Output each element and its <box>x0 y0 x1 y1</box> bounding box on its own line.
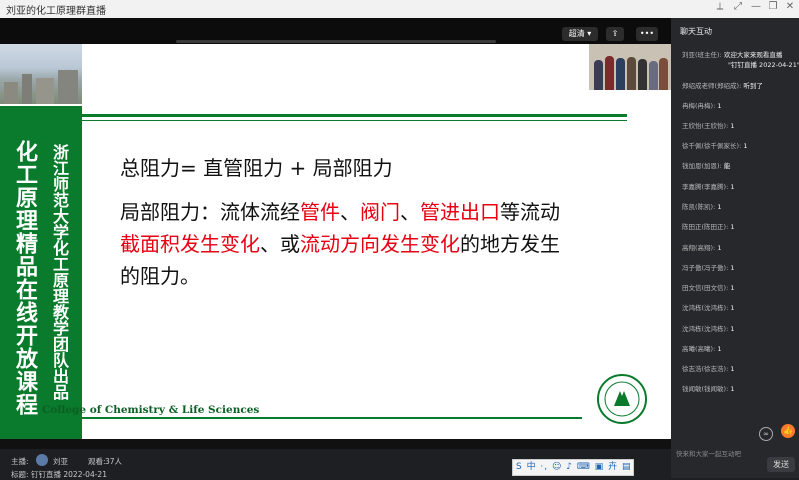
minimize-icon[interactable]: — <box>748 1 764 12</box>
chat-message: 钱闻敏(钱闻敏): 1 <box>682 385 735 393</box>
chat-message: 沈鸿栋(沈鸿栋): 1 <box>682 304 735 312</box>
share-icon: ⇪ <box>611 29 619 38</box>
slide-left-banner: 化工原理精品在线开放课程 浙江师范大学化工原理教学团队出品 <box>0 44 82 439</box>
chat-message: 田文信(田文信): 1 <box>682 284 735 292</box>
chat-message: 刘亚(班主任): 欢迎大家来观看直播 "钉钉直播 2022-04-21"。 <box>682 51 799 69</box>
share-button[interactable]: ⇪ <box>606 27 624 41</box>
chat-message: 冯子傲(冯子傲): 1 <box>682 264 735 272</box>
chat-title: 聊天互动 <box>680 27 712 36</box>
more-icon: ••• <box>639 29 655 38</box>
college-label: College of Chemistry & Life Sciences <box>42 404 260 416</box>
chat-message: 郑绍成老师(郑绍成): 听到了 <box>682 82 763 90</box>
chat-message: 徐千佩(徐千佩家长): 1 <box>682 142 748 150</box>
like-icon[interactable]: 👍 <box>781 424 795 438</box>
ime-toolbar[interactable]: S 中 ·, ☺ ♪ ⌨ ▣ 卉 ▤ <box>512 459 634 476</box>
chat-message: 李嘉腾(李嘉腾): 1 <box>682 183 735 191</box>
send-button[interactable]: 发送 <box>767 457 795 472</box>
divider-top-thin <box>82 120 627 121</box>
chat-panel: 聊天互动 刘亚(班主任): 欢迎大家来观看直播 "钉钉直播 2022-04-21… <box>671 18 799 478</box>
chat-message: 冉梅(冉梅): 1 <box>682 102 722 110</box>
expand-icon[interactable]: ⤢ <box>730 1 746 12</box>
window-title: 刘亚的化工原理群直播 <box>6 6 106 17</box>
pin-icon[interactable]: ⟂ <box>712 1 728 12</box>
slide-paragraph: 局部阻力：流体流经管件、阀门、管进出口等流动 截面积发生变化、或流动方向发生变化… <box>120 200 560 288</box>
more-button[interactable]: ••• <box>636 27 658 41</box>
divider-top <box>82 114 627 117</box>
course-title-vertical: 化工原理精品在线开放课程 <box>12 140 37 416</box>
slide-line-1: 总阻力= 直管阻力 + 局部阻力 <box>120 156 393 180</box>
chat-message: 徐志浩(徐志浩): 1 <box>682 365 735 373</box>
chat-message: 沈鸿栋(沈鸿栋): 1 <box>682 325 735 333</box>
video-stage[interactable]: 超清 ▾ ⇪ ••• 化工原理精品在线开放课程 浙江师范大学化工原理教学团队出品… <box>0 18 671 449</box>
teacher-group-photo <box>589 44 671 90</box>
viewers-label: 观看: <box>88 457 106 466</box>
divider-bottom <box>82 417 582 419</box>
host-avatar[interactable] <box>36 454 48 466</box>
chat-message: 钱加恩(加恩): 能 <box>682 162 731 170</box>
chat-message: 陈田正(陈田正): 1 <box>682 223 735 231</box>
chat-message: 王欣怡(王欣怡): 1 <box>682 122 735 130</box>
chat-message: 高曦(高曦): 1 <box>682 345 722 353</box>
window-titlebar: 刘亚的化工原理群直播 ⟂ ⤢ — ❐ ✕ <box>0 0 799 19</box>
host-label: 主播: <box>11 457 29 466</box>
university-seal-icon <box>597 374 647 424</box>
chat-input[interactable]: 快来和大家一起互动吧 <box>676 448 764 458</box>
host-name: 刘亚 <box>53 457 68 466</box>
subject-value: 钉钉直播 2022-04-21 <box>31 470 107 479</box>
subject-label: 标题: <box>11 470 29 479</box>
restore-icon[interactable]: ❐ <box>765 1 781 12</box>
campus-photo <box>0 44 82 104</box>
quality-label: 超清 <box>568 29 585 38</box>
quality-select[interactable]: 超清 ▾ <box>562 27 598 41</box>
link-icon[interactable]: ∞ <box>759 427 773 441</box>
close-icon[interactable]: ✕ <box>782 1 798 12</box>
slide: 化工原理精品在线开放课程 浙江师范大学化工原理教学团队出品 College of… <box>0 44 671 439</box>
chat-message: 陈凯(陈凯): 1 <box>682 203 722 211</box>
team-title-vertical: 浙江师范大学化工原理教学团队出品 <box>50 144 69 400</box>
drag-handle[interactable] <box>176 40 496 43</box>
ime-toolbar-label: S 中 ·, ☺ ♪ ⌨ ▣ 卉 ▤ <box>516 462 632 472</box>
chat-input-placeholder: 快来和大家一起互动吧 <box>676 450 741 458</box>
chat-message: 高翔(高翔): 1 <box>682 244 722 252</box>
viewers-count: 37人 <box>105 457 123 466</box>
